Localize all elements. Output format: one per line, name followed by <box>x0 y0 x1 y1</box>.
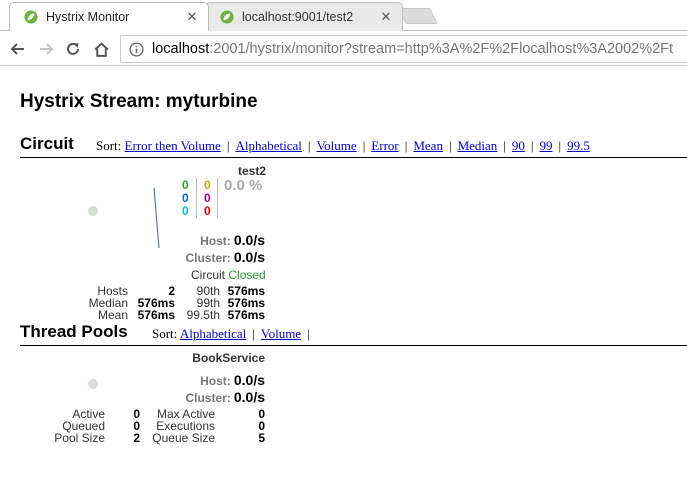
health-circle <box>88 379 98 389</box>
sort-label: Sort: <box>152 326 178 341</box>
cluster-rate-value: 0.0/s <box>233 249 265 265</box>
forward-button[interactable] <box>35 38 57 60</box>
spring-leaf-icon <box>220 10 234 24</box>
mean-value: 576ms <box>137 308 175 322</box>
circuit-status-row: Circuit Closed <box>191 268 266 282</box>
back-arrow-icon <box>10 43 24 55</box>
sort-99-5[interactable]: 99.5 <box>567 138 590 153</box>
cluster-rate-label: Cluster: <box>185 251 231 265</box>
queue-size-label: Queue Size <box>152 431 215 445</box>
circuit-section-title: Circuit <box>20 134 74 153</box>
tab-title: Hystrix Monitor <box>46 10 130 24</box>
reload-button[interactable] <box>62 38 84 60</box>
pool-size-label: Pool Size <box>54 431 105 445</box>
volume-sparkline <box>153 187 160 249</box>
sort-mean[interactable]: Mean <box>413 138 443 153</box>
p995-label: 99.5th <box>186 308 220 322</box>
tab-strip: Hystrix Monitor ✕ localhost:9001/test2 ✕ <box>0 0 687 31</box>
circuit-sort-bar: Sort: Error then Volume | Alphabetical | Vol… <box>96 138 590 153</box>
close-tab-icon[interactable]: ✕ <box>186 9 198 25</box>
back-button[interactable] <box>7 38 29 60</box>
bad-request-count: 0 <box>182 204 189 218</box>
host-rate-row: Host: 0.0/s <box>200 232 265 248</box>
url-rest: :2001/hystrix/monitor?stream=http%3A%2F%… <box>209 41 674 57</box>
browser-toolbar: localhost:2001/hystrix/monitor?stream=ht… <box>0 30 687 66</box>
address-bar[interactable]: localhost:2001/hystrix/monitor?stream=ht… <box>120 35 687 63</box>
mean-label: Mean <box>97 308 128 322</box>
threadpool-name: BookService <box>192 351 265 365</box>
sort-label: Sort: <box>96 138 122 153</box>
host-rate-label: Host: <box>200 374 231 388</box>
counter-divider <box>196 178 197 218</box>
health-circle <box>88 206 98 216</box>
threadpool-monitor-bookservice: BookService Host: 0.0/s Cluster: 0.0/s A… <box>20 348 270 448</box>
info-icon[interactable] <box>129 41 144 57</box>
tab-title: localhost:9001/test2 <box>242 10 354 24</box>
circuit-section-header: Circuit Sort: Error then Volume | Alphabet… <box>20 134 687 158</box>
cluster-rate-row: Cluster: 0.0/s <box>185 389 265 405</box>
sort-error-then-volume[interactable]: Error then Volume <box>125 138 221 153</box>
cluster-rate-label: Cluster: <box>185 391 231 405</box>
cluster-rate-value: 0.0/s <box>233 389 265 405</box>
sort-volume[interactable]: Volume <box>261 326 301 341</box>
spring-leaf-icon <box>24 10 38 24</box>
circuit-status-value: Closed <box>228 268 266 282</box>
sort-error[interactable]: Error <box>371 138 398 153</box>
error-percentage: 0.0 % <box>224 177 263 194</box>
host-rate-value: 0.0/s <box>233 232 265 248</box>
threadpool-section-header: Thread Pools Sort: Alphabetical | Volume | <box>20 322 687 346</box>
reload-icon <box>67 42 79 55</box>
pool-size-value: 2 <box>133 431 140 445</box>
sort-90[interactable]: 90 <box>512 138 525 153</box>
sort-volume[interactable]: Volume <box>316 138 356 153</box>
home-button[interactable] <box>90 38 112 60</box>
circuit-status-label: Circuit <box>191 268 226 282</box>
queue-size-value: 5 <box>258 431 265 445</box>
home-icon <box>93 41 109 57</box>
close-tab-icon[interactable]: ✕ <box>380 9 392 25</box>
cluster-rate-row: Cluster: 0.0/s <box>185 249 265 265</box>
circuit-monitor-test2: test2 0 0 0 0 0 0 0.0 % Host: 0.0/s Clus… <box>20 160 270 322</box>
sort-alphabetical[interactable]: Alphabetical <box>235 138 301 153</box>
p995-value: 576ms <box>227 308 265 322</box>
host-rate-label: Host: <box>200 234 231 248</box>
threadpool-sort-bar: Sort: Alphabetical | Volume | <box>152 326 310 341</box>
new-tab-button[interactable] <box>398 8 438 24</box>
tab-localhost-test2[interactable]: localhost:9001/test2 ✕ <box>205 2 403 31</box>
page-content: Hystrix Stream: myturbine Circuit Sort: … <box>0 66 687 485</box>
circuit-name: test2 <box>237 164 266 178</box>
forward-arrow-icon <box>40 43 54 55</box>
counter-divider <box>217 178 218 218</box>
sort-99[interactable]: 99 <box>540 138 553 153</box>
sort-alphabetical[interactable]: Alphabetical <box>180 326 246 341</box>
url-host: localhost <box>152 41 210 57</box>
host-rate-row: Host: 0.0/s <box>200 372 265 388</box>
host-rate-value: 0.0/s <box>233 372 265 388</box>
url-text[interactable]: localhost:2001/hystrix/monitor?stream=ht… <box>152 41 673 57</box>
page-title: Hystrix Stream: myturbine <box>20 91 258 112</box>
tab-hystrix-monitor[interactable]: Hystrix Monitor ✕ <box>9 2 209 31</box>
sort-median[interactable]: Median <box>458 138 498 153</box>
threadpool-section-title: Thread Pools <box>20 322 128 341</box>
failure-count: 0 <box>204 204 211 218</box>
